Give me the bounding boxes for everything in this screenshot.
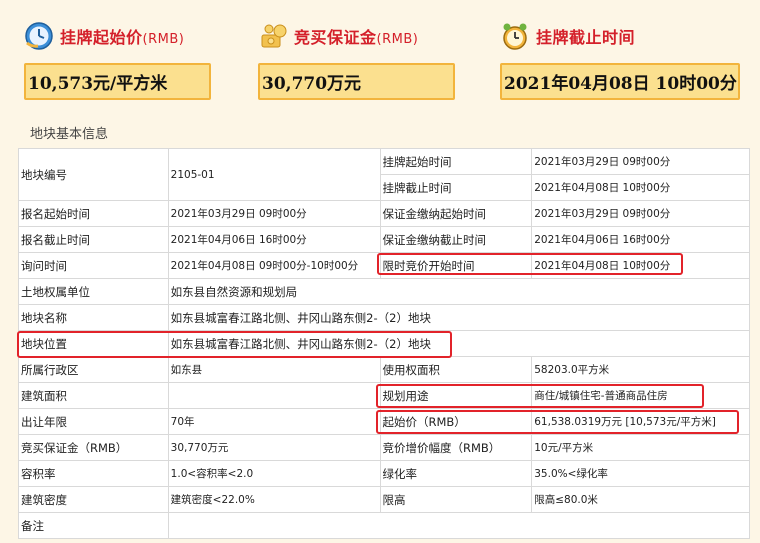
clock-icon (24, 21, 54, 51)
label-cell: 询问时间 (18, 252, 169, 279)
start-price-value: 10,573元/平方米 (24, 63, 211, 100)
label-cell: 建筑密度 (18, 486, 169, 513)
table-row: 出让年限 70年 起始价（RMB） 61,538.0319万元 [10,573元… (18, 408, 750, 435)
label-cell: 保证金缴纳起始时间 (379, 200, 533, 227)
deadline-value: 2021年04月08日 10时00分 (500, 63, 740, 100)
value-cell: 2021年04月08日 09时00分-10时00分 (167, 252, 381, 279)
value-cell: 如东县城富春江路北侧、井冈山路东侧2-（2）地块 (167, 330, 751, 357)
label-cell: 报名截止时间 (18, 226, 169, 253)
alarm-clock-icon (500, 21, 530, 51)
label-cell: 出让年限 (18, 408, 169, 435)
value-cell: 61,538.0319万元 [10,573元/平方米] (531, 408, 750, 435)
table-row: 容积率 1.0<容积率<2.0 绿化率 35.0%<绿化率 (18, 460, 750, 487)
label-cell: 绿化率 (379, 460, 533, 487)
label-cell: 竞价增价幅度（RMB） (379, 434, 533, 461)
table-row: 土地权属单位 如东县自然资源和规划局 (18, 278, 751, 305)
label-cell: 土地权属单位 (18, 278, 169, 305)
label-cell: 限高 (379, 486, 533, 513)
header-cards: 挂牌起始价(RMB) 10,573元/平方米 竞买保证金(RMB) 30,770… (0, 0, 760, 112)
label-cell: 容积率 (18, 460, 169, 487)
card-start-price: 挂牌起始价(RMB) 10,573元/平方米 (24, 16, 211, 100)
label-cell: 地块编号 (18, 148, 169, 201)
value-cell: 2105-01 (167, 148, 381, 201)
card-deadline: 挂牌截止时间 2021年04月08日 10时00分 (500, 16, 740, 100)
value-cell: 58203.0平方米 (531, 356, 750, 383)
table-row: 地块位置 如东县城富春江路北侧、井冈山路东侧2-（2）地块 (18, 330, 751, 357)
card-title: 挂牌截止时间 (536, 28, 636, 47)
table-row: 报名截止时间 2021年04月06日 16时00分 保证金缴纳截止时间 2021… (18, 226, 750, 253)
table-row: 地块名称 如东县城富春江路北侧、井冈山路东侧2-（2）地块 (18, 304, 751, 331)
value-cell: 2021年03月29日 09时00分 (531, 200, 750, 227)
value-cell: 如东县 (167, 356, 381, 383)
value-cell: 1.0<容积率<2.0 (167, 460, 381, 487)
label-cell: 挂牌截止时间 (379, 174, 533, 201)
label-cell: 备注 (18, 512, 169, 539)
card-unit: (RMB) (142, 32, 185, 47)
table-row: 所属行政区 如东县 使用权面积 58203.0平方米 (18, 356, 750, 383)
label-cell: 所属行政区 (18, 356, 169, 383)
card-deposit: 竞买保证金(RMB) 30,770万元 (258, 16, 455, 100)
label-cell: 报名起始时间 (18, 200, 169, 227)
value-cell (167, 382, 381, 409)
label-cell: 使用权面积 (379, 356, 533, 383)
value-cell: 2021年03月29日 09时00分 (167, 200, 381, 227)
table-row: 地块编号 2105-01 挂牌起始时间 2021年03月29日 09时00分 (18, 148, 750, 201)
label-cell: 地块名称 (18, 304, 169, 331)
value-cell: 建筑密度<22.0% (167, 486, 381, 513)
value-cell: 2021年04月06日 16时00分 (531, 226, 750, 253)
value-cell: 35.0%<绿化率 (531, 460, 750, 487)
value-cell: 2021年04月06日 16时00分 (167, 226, 381, 253)
table-row: 备注 (18, 512, 751, 539)
label-cell: 地块位置 (18, 330, 169, 357)
value-cell: 如东县城富春江路北侧、井冈山路东侧2-（2）地块 (167, 304, 751, 331)
value-cell: 2021年04月08日 10时00分 (531, 174, 750, 201)
label-cell: 竞买保证金（RMB） (18, 434, 169, 461)
table-row: 建筑面积 规划用途 商住/城镇住宅-普通商品住房 (18, 382, 750, 409)
value-cell (167, 512, 751, 539)
value-cell: 10元/平方米 (531, 434, 750, 461)
money-icon (258, 21, 288, 51)
table-row: 竞买保证金（RMB） 30,770万元 竞价增价幅度（RMB） 10元/平方米 (18, 434, 750, 461)
value-cell: 限高≤80.0米 (531, 486, 750, 513)
section-title: 地块基本信息 (30, 127, 109, 142)
table-row: 报名起始时间 2021年03月29日 09时00分 保证金缴纳起始时间 2021… (18, 200, 750, 227)
label-cell: 限时竞价开始时间 (379, 252, 533, 279)
deposit-value: 30,770万元 (258, 63, 455, 100)
label-cell: 起始价（RMB） (379, 408, 533, 435)
land-info-table: 地块编号 2105-01 挂牌起始时间 2021年03月29日 09时00分 挂… (18, 148, 751, 539)
table-row: 建筑密度 建筑密度<22.0% 限高 限高≤80.0米 (18, 486, 750, 513)
label-cell: 保证金缴纳截止时间 (379, 226, 533, 253)
value-cell: 如东县自然资源和规划局 (167, 278, 751, 305)
card-title: 竞买保证金 (294, 28, 377, 47)
label-cell: 规划用途 (379, 382, 533, 409)
label-cell: 建筑面积 (18, 382, 169, 409)
value-cell: 2021年04月08日 10时00分 (531, 252, 750, 279)
card-title: 挂牌起始价 (60, 28, 143, 47)
value-cell: 2021年03月29日 09时00分 (531, 148, 750, 175)
value-cell: 70年 (167, 408, 381, 435)
value-cell: 30,770万元 (167, 434, 381, 461)
label-cell: 挂牌起始时间 (379, 148, 533, 175)
card-unit: (RMB) (376, 32, 419, 47)
table-row: 询问时间 2021年04月08日 09时00分-10时00分 限时竞价开始时间 … (18, 252, 750, 279)
value-cell: 商住/城镇住宅-普通商品住房 (531, 382, 750, 409)
